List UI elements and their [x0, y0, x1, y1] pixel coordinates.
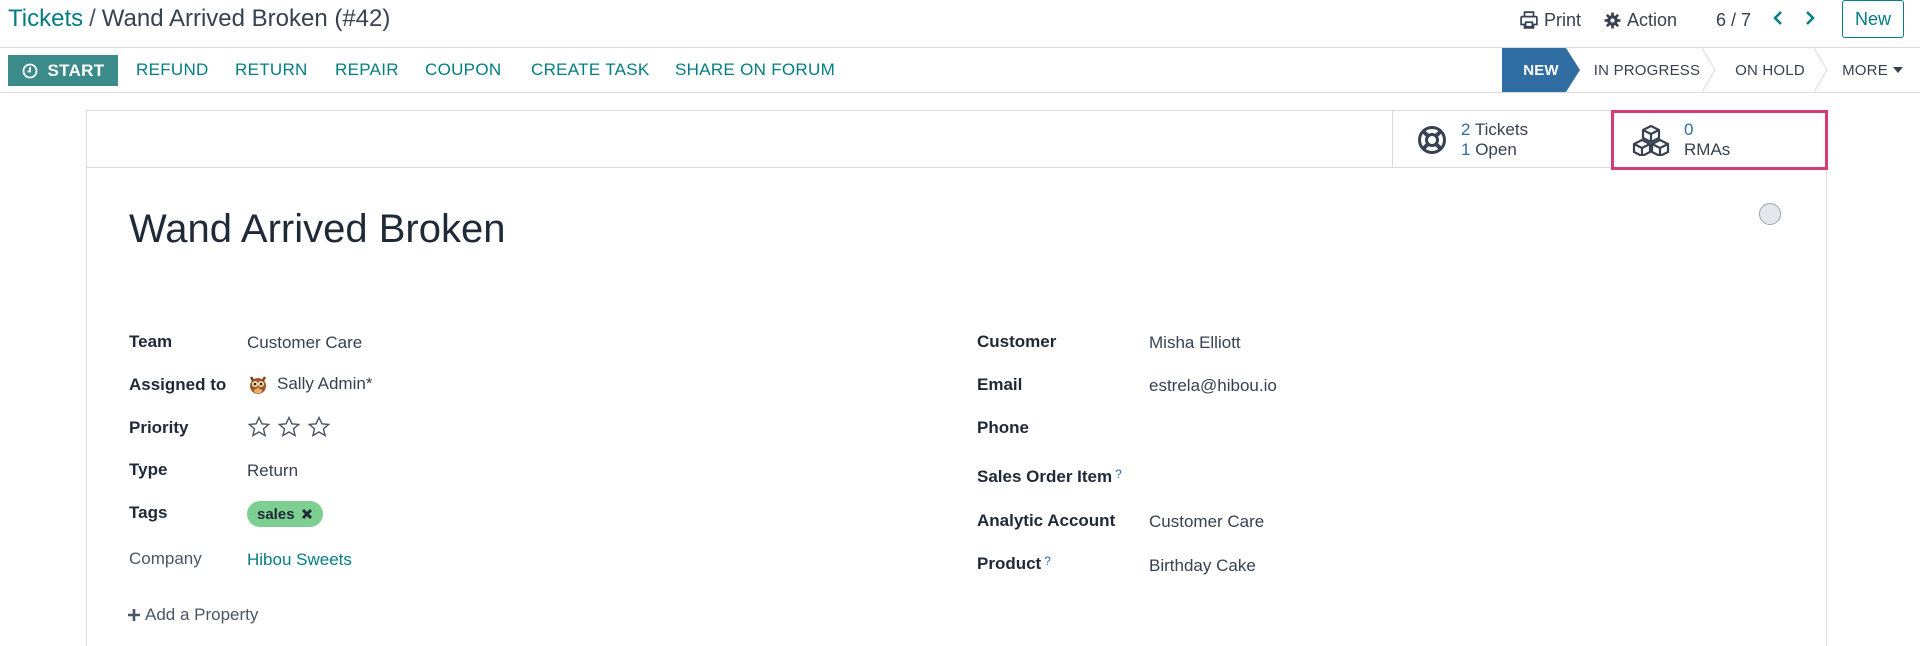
stage-on-hold[interactable]: ON HOLD: [1714, 48, 1826, 92]
pager-previous-button[interactable]: [1768, 8, 1788, 28]
rmas-label: RMAs: [1684, 140, 1731, 159]
chevron-right-icon: [1806, 11, 1815, 25]
create-task-button[interactable]: CREATE TASK: [531, 60, 650, 80]
chevron-left-icon: [1773, 11, 1782, 25]
tickets-smart-text: 2 Tickets 1 Open: [1461, 120, 1528, 160]
share-on-forum-button[interactable]: SHARE ON FORUM: [675, 60, 835, 80]
priority-label: Priority: [129, 418, 189, 437]
analytic-account-field[interactable]: Customer Care: [1149, 512, 1264, 532]
return-button[interactable]: RETURN: [235, 60, 308, 80]
tag-label: sales: [257, 505, 295, 523]
stage-in-progress[interactable]: IN PROGRESS: [1578, 48, 1716, 92]
new-record-button[interactable]: New: [1842, 0, 1904, 38]
email-field[interactable]: estrela@hibou.io: [1149, 376, 1277, 396]
rmas-smart-button[interactable]: 0 RMAs: [1611, 110, 1828, 170]
clock-icon: [22, 63, 37, 78]
product-field[interactable]: Birthday Cake: [1149, 556, 1256, 576]
start-label: START: [47, 60, 105, 80]
star-icon[interactable]: [247, 415, 271, 439]
action-label: Action: [1627, 9, 1678, 30]
sales-order-item-label-text: Sales Order Item: [977, 467, 1113, 486]
breadcrumb-separator: /: [89, 5, 96, 32]
analytic-account-label: Analytic Account: [977, 511, 1116, 530]
tickets-count: 2: [1461, 119, 1471, 139]
company-field[interactable]: Hibou Sweets: [247, 550, 352, 570]
cubes-icon: [1632, 124, 1670, 156]
ticket-title[interactable]: Wand Arrived Broken: [129, 207, 505, 252]
team-field[interactable]: Customer Care: [247, 333, 362, 353]
form-sheet: 2 Tickets 1 Open 0 RMAs Wand Arrived Bro…: [86, 110, 1828, 646]
caret-down-icon: [1892, 67, 1903, 73]
tickets-label: Tickets: [1474, 119, 1529, 139]
stage-new[interactable]: NEW: [1502, 48, 1580, 92]
product-label: Product?: [977, 554, 1051, 574]
start-button[interactable]: START: [8, 55, 118, 86]
star-icon[interactable]: [277, 415, 301, 439]
team-label: Team: [129, 332, 173, 351]
help-tooltip-icon[interactable]: ?: [1044, 554, 1051, 568]
star-icon[interactable]: [307, 415, 331, 439]
user-avatar: [249, 376, 267, 394]
customer-field[interactable]: Misha Elliott: [1149, 333, 1241, 353]
print-button[interactable]: Print: [1520, 6, 1581, 34]
life-ring-icon: [1418, 125, 1446, 154]
assigned-name: Sally Admin*: [277, 374, 373, 393]
product-label-text: Product: [977, 554, 1042, 573]
tag-badge: sales: [247, 501, 323, 527]
rmas-smart-text: 0 RMAs: [1684, 120, 1730, 160]
tickets-smart-button[interactable]: 2 Tickets 1 Open: [1392, 111, 1610, 168]
breadcrumb: Tickets / Wand Arrived Broken (#42): [8, 4, 390, 34]
refund-button[interactable]: REFUND: [136, 60, 209, 80]
email-label: Email: [977, 375, 1023, 394]
pager-next-button[interactable]: [1800, 8, 1820, 28]
print-label: Print: [1544, 9, 1582, 30]
open-count: 1: [1461, 139, 1471, 159]
printer-icon: [1520, 11, 1538, 29]
gear-icon: [1604, 12, 1621, 28]
assigned-label: Assigned to: [129, 375, 227, 394]
coupon-button[interactable]: COUPON: [425, 60, 501, 80]
stage-more-label: MORE: [1842, 61, 1888, 79]
action-menu-button[interactable]: Action: [1604, 6, 1677, 34]
plus-icon: [128, 609, 140, 621]
tags-label: Tags: [129, 503, 168, 522]
stage-more-dropdown[interactable]: MORE: [1826, 48, 1920, 92]
remove-tag-icon[interactable]: [301, 508, 313, 520]
company-label: Company: [129, 549, 202, 568]
control-panel-top: Tickets / Wand Arrived Broken (#42) Print …: [0, 0, 1920, 48]
type-field[interactable]: Return: [247, 461, 298, 481]
sales-order-item-field[interactable]: [1149, 467, 1449, 489]
priority-widget: [247, 415, 331, 439]
phone-label: Phone: [977, 418, 1029, 437]
smart-button-box: 2 Tickets 1 Open 0 RMAs: [87, 110, 1828, 170]
assigned-field[interactable]: Sally Admin*: [247, 373, 372, 395]
help-tooltip-icon[interactable]: ?: [1115, 467, 1122, 481]
pager-nav: [1768, 8, 1820, 28]
customer-label: Customer: [977, 332, 1057, 351]
add-property-button[interactable]: Add a Property: [127, 605, 258, 625]
add-property-label: Add a Property: [145, 605, 259, 624]
rmas-count: 0: [1684, 120, 1694, 139]
breadcrumb-current: Wand Arrived Broken (#42): [101, 5, 391, 32]
repair-button[interactable]: REPAIR: [335, 60, 399, 80]
sales-order-item-label: Sales Order Item?: [977, 467, 1122, 487]
type-label: Type: [129, 460, 168, 479]
action-bar: START REFUND RETURN REPAIR COUPON CREATE…: [0, 48, 1920, 93]
open-label: Open: [1475, 139, 1517, 159]
breadcrumb-tickets-link[interactable]: Tickets: [8, 5, 83, 32]
phone-field[interactable]: [1149, 419, 1449, 441]
pager-value[interactable]: 6 / 7: [1716, 6, 1751, 34]
kanban-state-indicator[interactable]: [1759, 203, 1781, 225]
